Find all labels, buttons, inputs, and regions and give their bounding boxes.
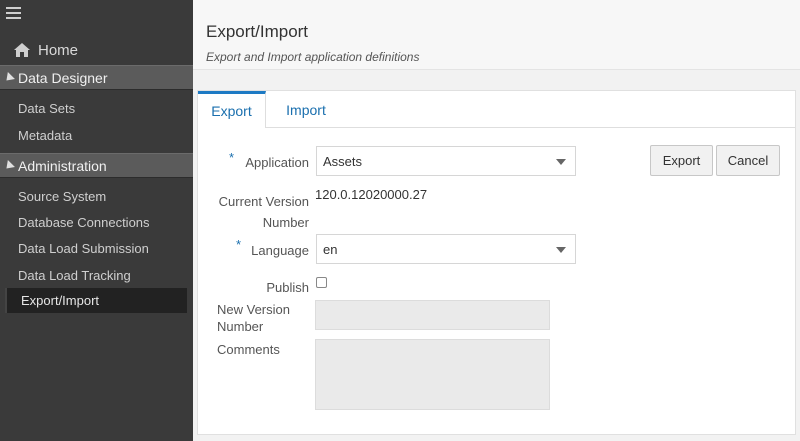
sidebar-item-home[interactable]: Home — [14, 39, 78, 61]
application-select-value: Assets — [323, 153, 363, 169]
new-version-label-line2: Number — [217, 319, 264, 334]
sidebar-section-data-designer[interactable]: Data Designer — [0, 65, 193, 90]
sidebar-section-label: Data Designer — [18, 69, 108, 86]
caret-down-icon — [2, 71, 15, 84]
export-button[interactable]: Export — [650, 145, 713, 176]
comments-label: Comments — [217, 342, 280, 357]
export-import-panel: Export Import * Application Assets Curre… — [197, 90, 796, 435]
comments-textarea[interactable] — [315, 339, 550, 410]
language-select[interactable]: en — [316, 234, 576, 264]
language-label: Language — [251, 243, 309, 258]
hamburger-menu-icon[interactable] — [6, 7, 21, 21]
current-version-label-line1: Current Version — [218, 194, 309, 209]
sidebar-item-metadata[interactable]: Metadata — [18, 128, 72, 143]
dropdown-arrow-icon — [556, 247, 566, 253]
main-content: Export/Import Export and Import applicat… — [193, 0, 800, 441]
language-select-value: en — [323, 241, 338, 257]
sidebar-item-data-load-submission[interactable]: Data Load Submission — [18, 241, 149, 256]
sidebar: Home Data Designer Data Sets Metadata Ad… — [0, 0, 193, 441]
sidebar-section-label: Administration — [18, 157, 107, 174]
home-icon — [14, 43, 30, 57]
caret-down-icon — [2, 159, 15, 172]
application-label: Application — [245, 155, 309, 170]
sidebar-item-export-import[interactable]: Export/Import — [5, 288, 187, 313]
sidebar-item-database-connections[interactable]: Database Connections — [18, 215, 150, 230]
application-select[interactable]: Assets — [316, 146, 576, 176]
sidebar-item-home-label: Home — [38, 41, 79, 59]
dropdown-arrow-icon — [556, 159, 566, 165]
tab-divider — [266, 127, 795, 128]
cancel-button[interactable]: Cancel — [716, 145, 780, 176]
page-header: Export/Import Export and Import applicat… — [193, 0, 800, 70]
sidebar-item-data-sets[interactable]: Data Sets — [18, 101, 75, 116]
current-version-value: 120.0.12020000.27 — [315, 187, 428, 202]
publish-label: Publish — [266, 280, 309, 295]
new-version-input[interactable] — [315, 300, 550, 330]
page-subtitle: Export and Import application definition… — [206, 50, 420, 64]
sidebar-section-administration[interactable]: Administration — [0, 153, 193, 178]
tab-export[interactable]: Export — [198, 91, 266, 128]
sidebar-item-source-system[interactable]: Source System — [18, 189, 106, 204]
tab-import[interactable]: Import — [266, 91, 346, 128]
publish-checkbox[interactable] — [316, 277, 327, 288]
new-version-label-line1: New Version — [217, 302, 290, 317]
current-version-label-line2: Number — [262, 215, 309, 230]
page-title: Export/Import — [206, 22, 309, 41]
sidebar-item-data-load-tracking[interactable]: Data Load Tracking — [18, 268, 131, 283]
